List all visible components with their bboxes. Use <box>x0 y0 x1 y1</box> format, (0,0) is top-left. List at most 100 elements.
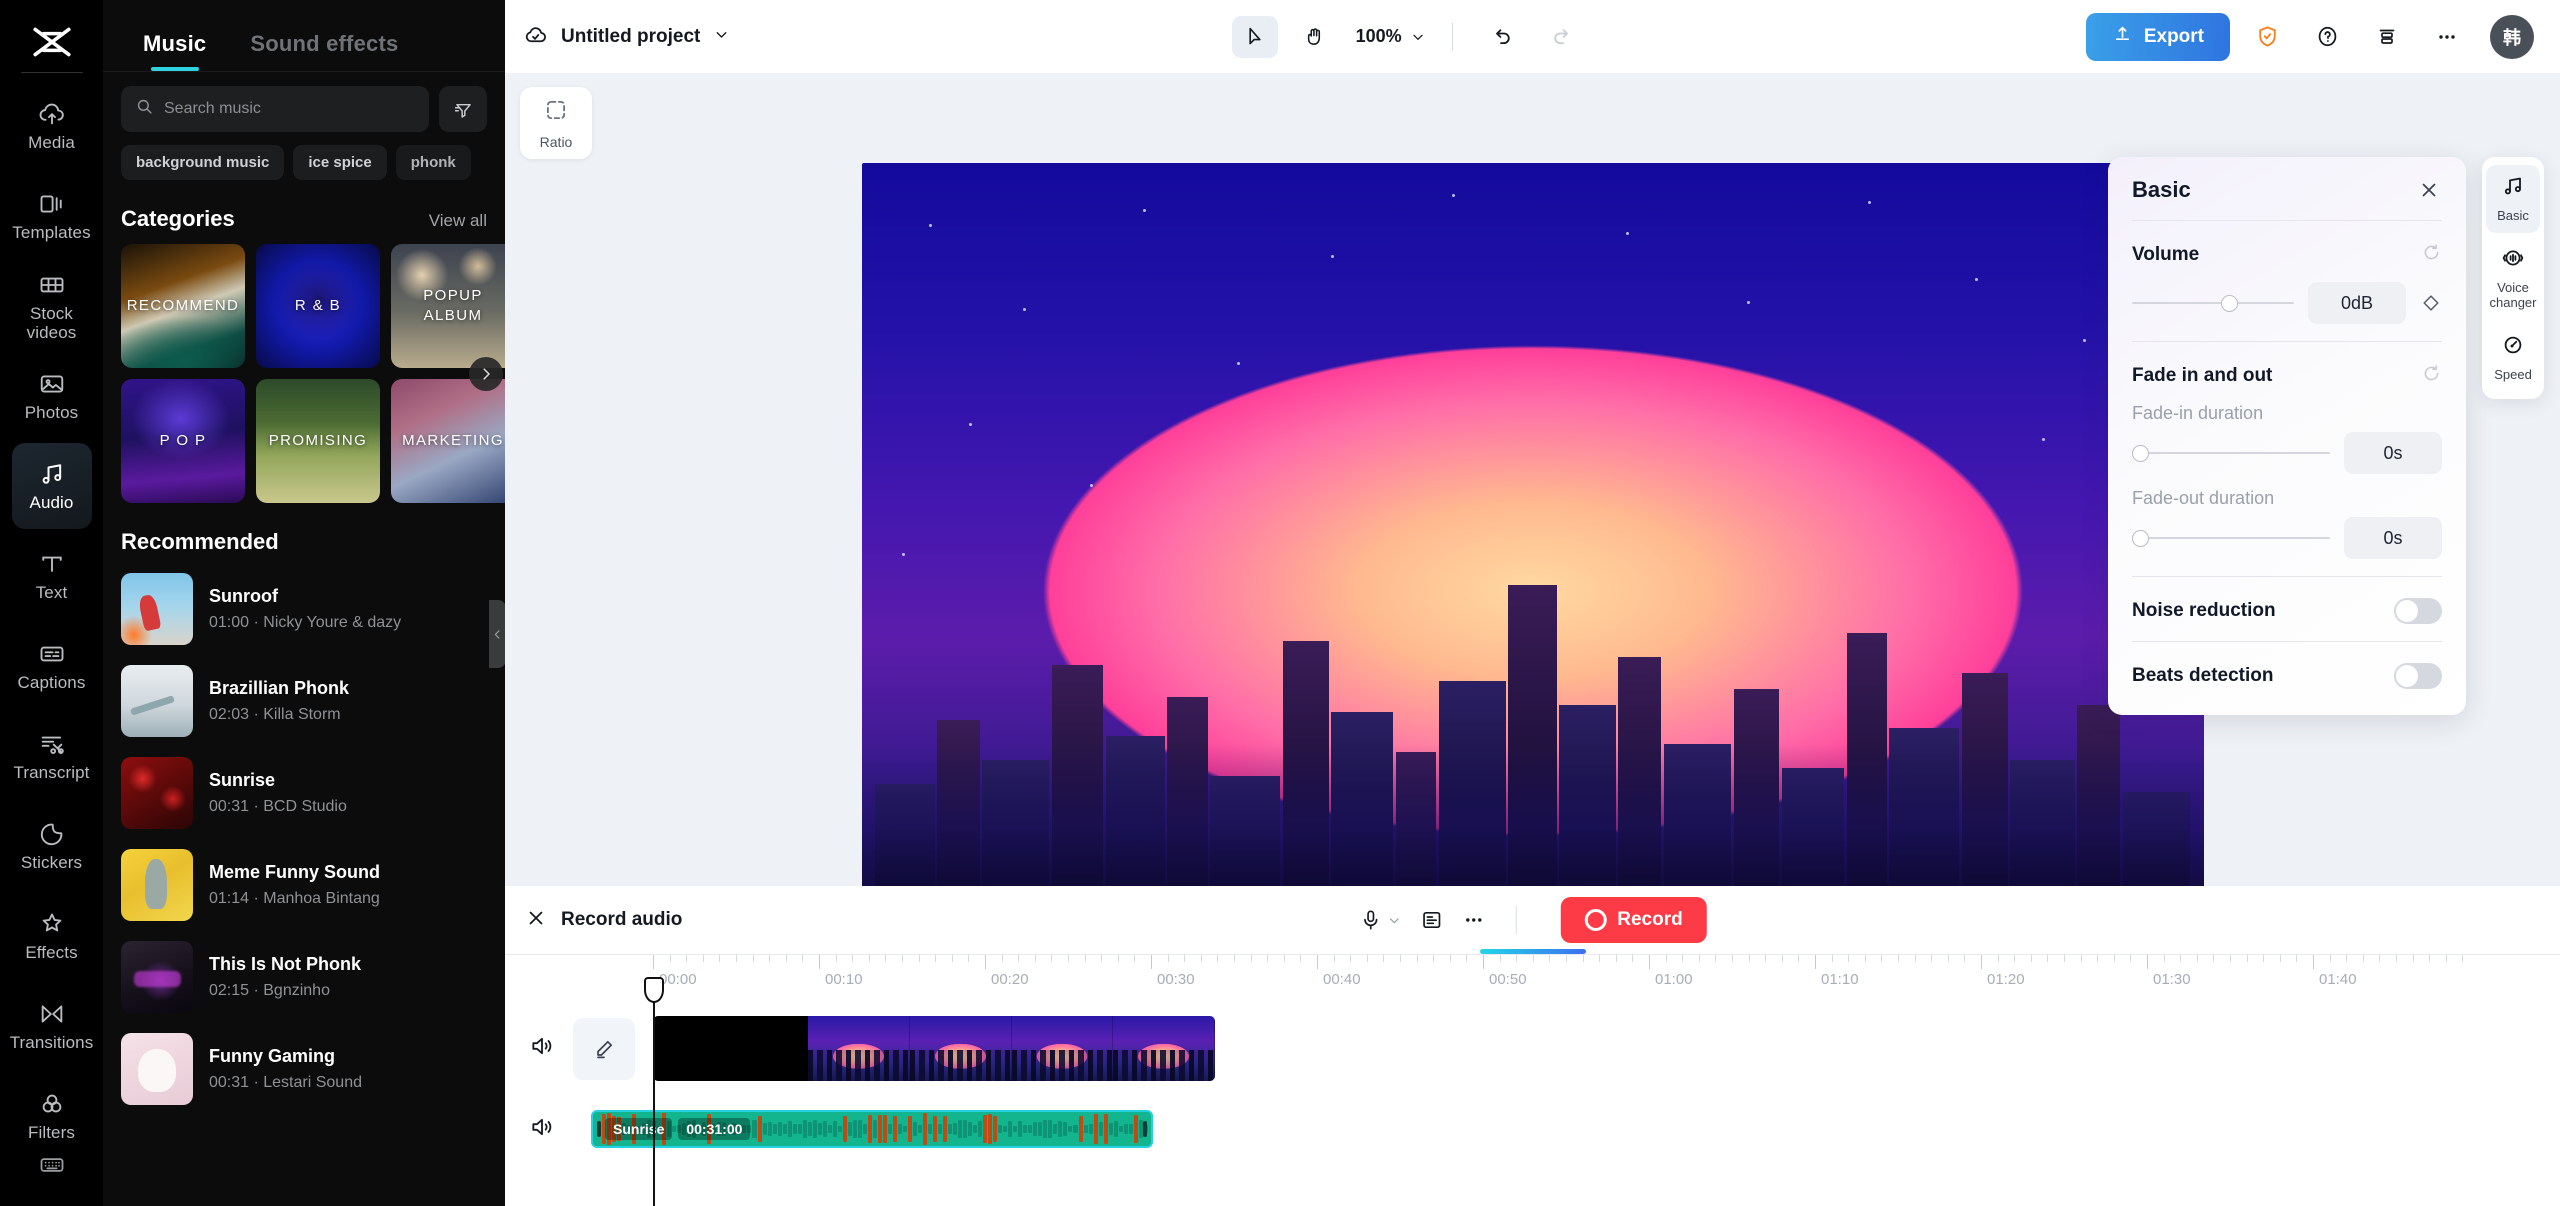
sidebar-item-audio[interactable]: Audio <box>11 443 92 529</box>
record-button[interactable]: Record <box>1560 897 1707 943</box>
slider-knob[interactable] <box>2221 294 2239 312</box>
waveform-bar <box>1068 1125 1073 1133</box>
pencil-edit-icon[interactable] <box>573 1017 635 1080</box>
list-item[interactable]: Brazillian Phonk 02:03 · Killa Storm <box>121 655 487 747</box>
tag-chip[interactable]: ice spice <box>293 145 387 180</box>
record-audio-close[interactable]: Record audio <box>525 907 682 934</box>
redo-button[interactable] <box>1539 16 1585 58</box>
tag-chip[interactable]: phonk <box>395 145 471 180</box>
tab-music[interactable]: Music <box>121 31 228 71</box>
layers-icon[interactable] <box>2364 16 2410 58</box>
noise-reduction-toggle[interactable] <box>2394 598 2442 624</box>
diamond-keyframe-icon[interactable] <box>2420 292 2442 314</box>
category-tile[interactable]: R & B <box>256 244 380 368</box>
beats-detection-toggle[interactable] <box>2394 663 2442 689</box>
waveform-bar <box>1028 1124 1033 1134</box>
divider <box>2132 341 2442 342</box>
ruler-tick-minor <box>1964 955 1966 962</box>
select-tool-button[interactable] <box>1231 15 1278 58</box>
close-icon[interactable] <box>525 907 547 934</box>
fade-in-value[interactable]: 0s <box>2344 432 2442 474</box>
ruler-tick-minor <box>2030 955 2032 962</box>
shield-check-icon[interactable] <box>2244 16 2290 58</box>
reset-icon[interactable] <box>2421 363 2442 389</box>
tab-speed[interactable]: Speed <box>2486 324 2540 392</box>
category-tile[interactable]: RECOMMEND <box>121 244 245 368</box>
playhead[interactable] <box>644 977 664 1206</box>
category-tile[interactable]: POPUP ALBUM <box>391 244 505 368</box>
chevron-right-icon[interactable] <box>469 356 503 391</box>
volume-slider-row: 0dB <box>2132 282 2442 324</box>
slider-knob[interactable] <box>2132 529 2149 547</box>
video-preview[interactable] <box>861 163 2204 927</box>
filter-icon[interactable] <box>439 86 487 132</box>
sidebar-item-transitions[interactable]: Transitions <box>10 983 93 1069</box>
video-clip[interactable] <box>653 1016 1215 1081</box>
hand-tool-button[interactable] <box>1292 16 1338 58</box>
list-item[interactable]: This Is Not Phonk 02:15 · Bgnzinho <box>121 931 487 1023</box>
category-tile[interactable]: PROMISING <box>256 379 380 503</box>
reset-icon[interactable] <box>2421 242 2442 268</box>
waveform-bar <box>928 1124 933 1134</box>
sidebar-item-transcript[interactable]: Transcript <box>12 713 92 799</box>
sidebar-item-stock-videos[interactable]: Stock videos <box>12 263 92 349</box>
view-all-link[interactable]: View all <box>429 211 487 231</box>
search-box[interactable] <box>121 86 429 132</box>
volume-value[interactable]: 0dB <box>2308 282 2406 324</box>
sidebar-item-photos[interactable]: Photos <box>12 353 92 439</box>
waveform-bar <box>1078 1115 1083 1143</box>
project-selector[interactable]: Untitled project <box>523 22 730 52</box>
close-icon[interactable] <box>2416 177 2442 203</box>
capcut-logo-icon[interactable] <box>25 18 79 66</box>
question-circle-icon[interactable] <box>2304 16 2350 58</box>
category-label: POPUP ALBUM <box>423 286 483 324</box>
playhead-handle[interactable] <box>644 977 664 1003</box>
timeline-ruler[interactable]: 00:00 00:10 00:20 00:30 00:40 00:50 01:00 01:10… <box>505 954 2560 1000</box>
category-tile[interactable]: P O P <box>121 379 245 503</box>
waveform-bar <box>807 1122 812 1136</box>
clip-right-handle[interactable] <box>1143 1121 1147 1137</box>
search-input[interactable] <box>164 100 415 118</box>
sidebar-item-templates[interactable]: Templates <box>12 173 92 259</box>
speaker-on-icon[interactable] <box>529 1033 555 1064</box>
ellipsis-icon[interactable] <box>2424 16 2470 58</box>
tag-chip[interactable]: background music <box>121 145 285 180</box>
slider-knob[interactable] <box>2132 444 2149 462</box>
sidebar-item-captions[interactable]: Captions <box>12 623 92 709</box>
track-meta: Sunroof 01:00 · Nicky Youre & dazy <box>209 584 401 634</box>
list-item[interactable]: Sunrise 00:31 · BCD Studio <box>121 747 487 839</box>
tab-basic[interactable]: Basic <box>2486 165 2540 233</box>
sidebar-item-text[interactable]: Text <box>12 533 92 619</box>
list-item[interactable]: Sunroof 01:00 · Nicky Youre & dazy <box>121 563 487 655</box>
undo-button[interactable] <box>1479 16 1525 58</box>
audio-clip[interactable]: Sunrise 00:31:00 <box>591 1110 1153 1148</box>
panel-collapse-handle[interactable] <box>489 600 505 668</box>
subtitle-icon[interactable] <box>1419 908 1443 932</box>
sidebar-item-filters[interactable]: Filters <box>12 1073 92 1159</box>
ellipsis-icon[interactable] <box>1461 908 1485 932</box>
waveform-bar <box>877 1115 882 1143</box>
tab-voice-changer[interactable]: Voice changer <box>2486 237 2540 320</box>
tab-sound-effects[interactable]: Sound effects <box>228 31 420 71</box>
list-item[interactable]: Funny Gaming 00:31 · Lestari Sound <box>121 1023 487 1115</box>
ruler-tick-minor <box>702 955 704 962</box>
sidebar-item-stickers[interactable]: Stickers <box>12 803 92 889</box>
fade-in-slider[interactable] <box>2132 442 2330 464</box>
category-tile[interactable]: MARKETING <box>391 379 505 503</box>
speaker-on-icon[interactable] <box>529 1114 555 1145</box>
zoom-level-selector[interactable]: 100% <box>1356 26 1426 47</box>
fade-out-value[interactable]: 0s <box>2344 517 2442 559</box>
volume-slider[interactable] <box>2132 292 2294 314</box>
keyboard-icon[interactable] <box>37 1150 67 1180</box>
ruler-label: 00:10 <box>825 971 863 988</box>
app-root: Media Templates Stock videos Photos Audi… <box>0 0 2560 1206</box>
list-item[interactable]: Meme Funny Sound 01:14 · Manhoa Bintang <box>121 839 487 931</box>
avatar[interactable]: 韩 <box>2490 14 2535 59</box>
fade-out-slider[interactable] <box>2132 527 2330 549</box>
sidebar-item-media[interactable]: Media <box>12 83 92 169</box>
sidebar-item-effects[interactable]: Effects <box>12 893 92 979</box>
microphone-selector[interactable] <box>1358 908 1401 932</box>
clip-left-handle[interactable] <box>597 1121 601 1137</box>
export-button[interactable]: Export <box>2085 12 2231 61</box>
divider <box>2132 576 2442 577</box>
